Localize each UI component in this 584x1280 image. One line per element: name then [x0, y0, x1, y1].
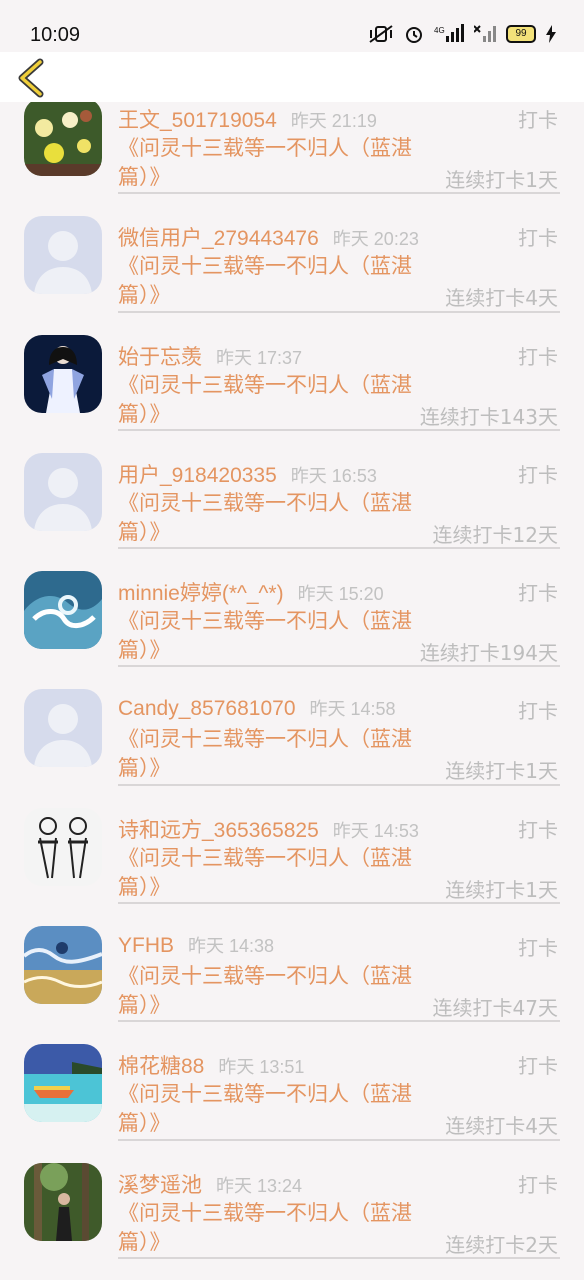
system-icons: 4G 99	[368, 24, 556, 44]
book-title[interactable]: 《问灵十三载等一不归人（蓝湛篇）》	[118, 844, 418, 902]
list-item[interactable]: 微信用户_279443476 昨天 20:23 打卡《问灵十三载等一不归人（蓝湛篇）…	[0, 202, 584, 320]
checkin-time: 昨天 17:37	[216, 347, 303, 368]
divider	[118, 1020, 560, 1023]
avatar[interactable]	[24, 334, 102, 413]
svg-text:4G: 4G	[434, 26, 445, 35]
streak-count: 连续打卡1天	[445, 168, 558, 192]
status-bar: 10:09 4G 99	[0, 0, 584, 52]
avatar[interactable]	[24, 1162, 102, 1241]
checkin-tag: 打卡	[518, 1172, 558, 1197]
checkin-tag: 打卡	[518, 462, 558, 487]
book-title[interactable]: 《问灵十三载等一不归人（蓝湛篇）》	[118, 134, 418, 192]
signal-no-service-icon	[474, 25, 496, 42]
avatar[interactable]	[24, 571, 102, 650]
divider	[118, 1256, 560, 1259]
book-title[interactable]: 《问灵十三载等一不归人（蓝湛篇）》	[118, 725, 418, 783]
divider	[118, 192, 560, 195]
divider	[118, 310, 560, 313]
divider	[118, 783, 560, 786]
book-title[interactable]: 《问灵十三载等一不归人（蓝湛篇）》	[118, 371, 418, 429]
streak-count: 连续打卡4天	[445, 286, 558, 311]
book-title[interactable]: 《问灵十三载等一不归人（蓝湛篇）》	[118, 489, 418, 547]
checkin-tag: 打卡	[518, 817, 558, 842]
streak-count: 连续打卡1天	[445, 759, 558, 784]
user-name[interactable]: minnie婷婷(*^_^*) 昨天 15:20	[118, 577, 384, 607]
checkin-list: 王文_501719054 昨天 21:19 打卡 《问灵十三载等一不归人（蓝湛篇）》连…	[0, 84, 584, 1267]
checkin-time: 昨天 14:38	[188, 936, 275, 957]
checkin-tag: 打卡	[518, 699, 558, 724]
checkin-tag: 打卡	[518, 581, 558, 606]
avatar[interactable]	[24, 98, 102, 176]
streak-count: 连续打卡47天	[432, 996, 558, 1021]
alarm-icon	[406, 27, 422, 43]
checkin-tag: 打卡	[518, 1054, 558, 1079]
charging-icon	[546, 25, 556, 43]
list-item[interactable]: 棉花糖88 昨天 13:51 打卡《问灵十三载等一不归人（蓝湛篇）》连续打卡4天	[0, 1030, 584, 1148]
user-name[interactable]: 诗和远方_365365825 昨天 14:53	[118, 814, 419, 844]
user-name[interactable]: 王文_501719054 昨天 21:19	[118, 104, 377, 134]
checkin-time: 昨天 21:19	[290, 111, 377, 131]
avatar[interactable]	[24, 807, 102, 886]
battery-icon: 99	[506, 25, 536, 43]
top-bar	[0, 52, 584, 102]
list-item[interactable]: Candy_857681070 昨天 14:58 打卡《问灵十三载等一不归人（蓝湛篇…	[0, 675, 584, 793]
list-item[interactable]: minnie婷婷(*^_^*) 昨天 15:20 打卡《问灵十三载等一不归人（蓝湛篇…	[0, 557, 584, 675]
list-item[interactable]: 诗和远方_365365825 昨天 14:53 打卡《问灵十三载等一不归人（蓝湛篇）…	[0, 794, 584, 912]
checkin-time: 昨天 14:53	[332, 820, 419, 841]
divider	[118, 428, 560, 431]
book-title[interactable]: 《问灵十三载等一不归人（蓝湛篇）》	[118, 962, 418, 1020]
streak-count: 连续打卡143天	[419, 404, 558, 429]
streak-count: 连续打卡1天	[445, 877, 558, 902]
avatar[interactable]	[24, 452, 102, 531]
streak-count: 连续打卡2天	[445, 1232, 558, 1257]
user-name[interactable]: 棉花糖88 昨天 13:51	[118, 1050, 304, 1080]
user-name[interactable]: 始于忘羡 昨天 17:37	[118, 341, 302, 371]
user-name[interactable]: YFHB 昨天 14:38	[118, 932, 274, 958]
user-name[interactable]: 微信用户_279443476 昨天 20:23	[118, 222, 419, 252]
checkin-time: 昨天 20:23	[332, 229, 419, 250]
checkin-tag: 打卡	[518, 108, 558, 132]
avatar[interactable]	[24, 926, 102, 1005]
checkin-time: 昨天 14:58	[309, 699, 396, 720]
book-title[interactable]: 《问灵十三载等一不归人（蓝湛篇）》	[118, 252, 418, 310]
user-name[interactable]: 用户_918420335 昨天 16:53	[118, 459, 377, 489]
divider	[118, 547, 560, 550]
streak-count: 连续打卡12天	[432, 522, 558, 547]
back-arrow-icon[interactable]	[14, 58, 48, 98]
avatar[interactable]	[24, 689, 102, 768]
checkin-time: 昨天 13:24	[216, 1175, 303, 1196]
divider	[118, 1138, 560, 1141]
checkin-time: 昨天 13:51	[218, 1057, 305, 1078]
book-title[interactable]: 《问灵十三载等一不归人（蓝湛篇）》	[118, 607, 418, 665]
checkin-tag: 打卡	[518, 344, 558, 369]
book-title[interactable]: 《问灵十三载等一不归人（蓝湛篇）》	[118, 1199, 418, 1257]
checkin-time: 昨天 16:53	[290, 465, 377, 486]
mute-vibrate-icon	[369, 25, 393, 43]
list-item[interactable]: 溪梦遥池 昨天 13:24 打卡《问灵十三载等一不归人（蓝湛篇）》连续打卡2天	[0, 1149, 584, 1267]
book-title[interactable]: 《问灵十三载等一不归人（蓝湛篇）》	[118, 1080, 418, 1138]
list-item[interactable]: YFHB 昨天 14:38 打卡《问灵十三载等一不归人（蓝湛篇）》 连续打卡47天	[0, 912, 584, 1030]
checkin-time: 昨天 15:20	[297, 584, 384, 605]
user-name[interactable]: Candy_857681070 昨天 14:58	[118, 695, 396, 721]
streak-count: 连续打卡194天	[419, 641, 558, 666]
checkin-tag: 打卡	[518, 226, 558, 251]
list-item[interactable]: 用户_918420335 昨天 16:53 打卡《问灵十三载等一不归人（蓝湛篇）》连…	[0, 439, 584, 557]
avatar[interactable]	[24, 1044, 102, 1123]
streak-count: 连续打卡4天	[445, 1114, 558, 1139]
divider	[118, 902, 560, 905]
divider	[118, 665, 560, 668]
signal-4g-icon: 4G	[434, 24, 464, 42]
checkin-tag: 打卡	[518, 936, 558, 961]
avatar[interactable]	[24, 216, 102, 295]
clock: 10:09	[30, 24, 81, 46]
user-name[interactable]: 溪梦遥池 昨天 13:24	[118, 1169, 302, 1199]
list-item[interactable]: 始于忘羡 昨天 17:37 打卡《问灵十三载等一不归人（蓝湛篇）》 连续打卡143天	[0, 321, 584, 439]
